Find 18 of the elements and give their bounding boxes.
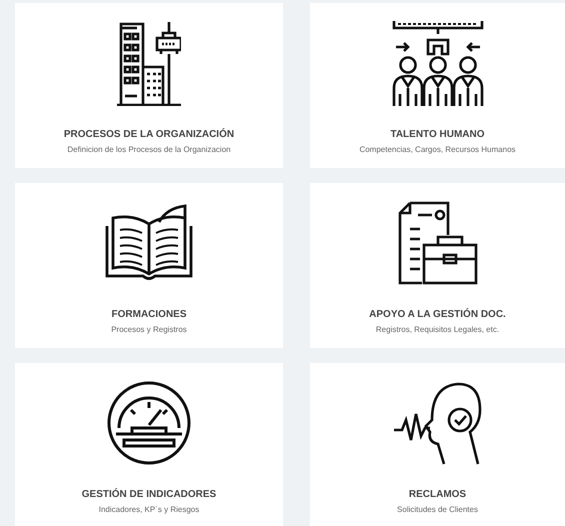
tile-title: TALENTO HUMANO <box>390 129 485 140</box>
tile-card[interactable]: APOYO A LA GESTIÓN DOC. Registros, Requisitos Legales, etc. <box>310 183 565 348</box>
tile-title: GESTIÓN DE INDICADORES <box>82 489 216 500</box>
tile-card[interactable]: RECLAMOS Solicitudes de Clientes <box>310 363 565 526</box>
tile-card[interactable]: FORMACIONES Procesos y Registros <box>15 183 283 348</box>
tile-title: FORMACIONES <box>112 309 186 320</box>
tile-card[interactable]: GESTIÓN DE INDICADORES Indicadores, KP´s y Riesgos <box>15 363 283 526</box>
tile-subtitle: Procesos y Registros <box>111 325 187 334</box>
tile-title: APOYO A LA GESTIÓN DOC. <box>369 309 506 320</box>
tile-subtitle: Registros, Requisitos Legales, etc. <box>376 325 500 334</box>
tile-subtitle: Indicadores, KP´s y Riesgos <box>98 505 200 514</box>
tile-subtitle: Definicion de los Procesos de la Organizacion <box>67 145 231 154</box>
tile-title: PROCESOS DE LA ORGANIZACIÓN <box>64 129 234 140</box>
tile-card[interactable]: PROCESOS DE LA ORGANIZACIÓN Definicion de los Procesos de la Organizacion <box>15 3 283 168</box>
tile-subtitle: Solicitudes de Clientes <box>397 505 478 514</box>
tile-card[interactable]: TALENTO HUMANO Competencias, Cargos, Recursos Humanos <box>310 3 565 168</box>
tile-subtitle: Competencias, Cargos, Recursos Humanos <box>359 145 516 154</box>
tile-title: RECLAMOS <box>408 489 466 500</box>
